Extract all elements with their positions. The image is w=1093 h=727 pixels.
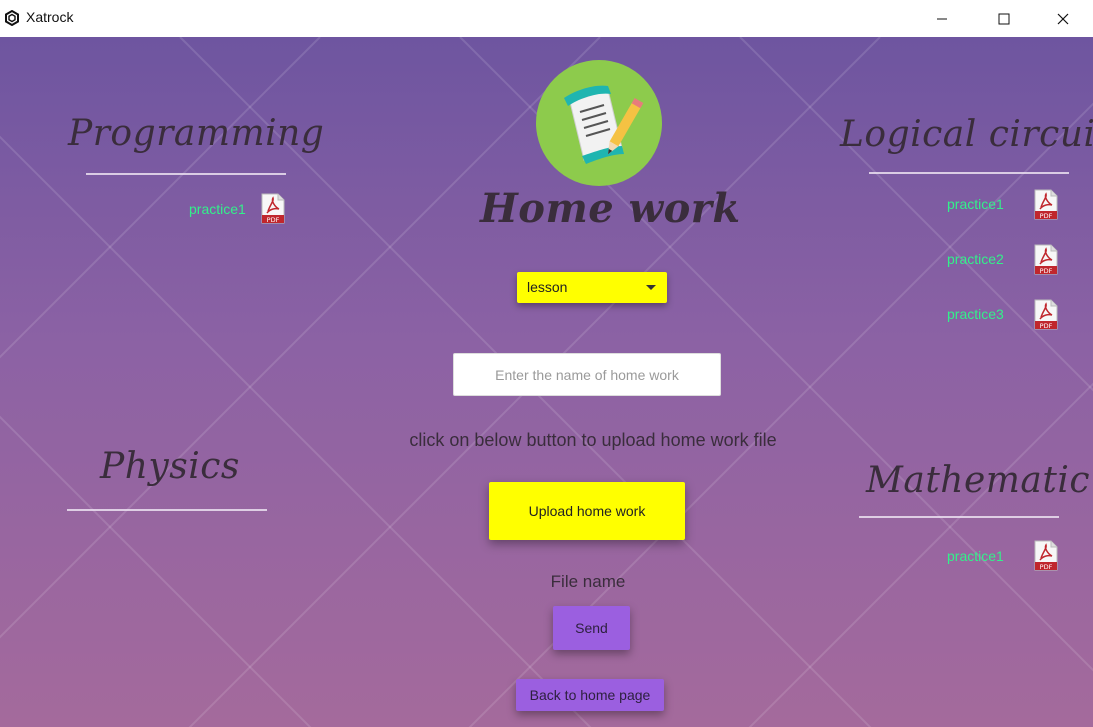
pdf-file-icon[interactable]: PDF: [1034, 299, 1058, 330]
logical-circuit-practice3-link[interactable]: practice3: [947, 306, 1004, 322]
minimize-icon: [937, 18, 947, 19]
svg-text:PDF: PDF: [1040, 322, 1053, 330]
section-title-mathematic: Mathematic: [866, 460, 1091, 501]
logical-circuit-practice1-link[interactable]: practice1: [947, 196, 1004, 212]
svg-text:PDF: PDF: [267, 216, 280, 224]
close-button[interactable]: [1034, 0, 1092, 37]
lesson-select-value: lesson: [527, 279, 568, 295]
programming-practice1-link[interactable]: practice1: [189, 201, 246, 217]
pdf-file-icon[interactable]: PDF: [1034, 189, 1058, 220]
section-title-physics: Physics: [100, 446, 240, 487]
pdf-file-icon[interactable]: PDF: [1034, 244, 1058, 275]
back-to-home-button[interactable]: Back to home page: [516, 679, 664, 711]
homework-page: Programming practice1 PDF Home work less…: [0, 37, 1093, 727]
app-hexagon-icon: [4, 9, 20, 27]
close-icon: [1057, 13, 1069, 24]
svg-text:PDF: PDF: [1040, 212, 1053, 220]
pdf-file-icon[interactable]: PDF: [261, 193, 285, 224]
divider-logical-circuit: [869, 172, 1069, 174]
homework-name-input[interactable]: [453, 353, 721, 396]
window-title: Xatrock: [26, 9, 74, 25]
pdf-file-icon[interactable]: PDF: [1034, 540, 1058, 571]
upload-homework-button[interactable]: Upload home work: [489, 482, 685, 540]
homework-scroll-pencil-icon: [536, 60, 662, 186]
svg-text:PDF: PDF: [1040, 267, 1053, 275]
chevron-down-icon: [646, 285, 656, 290]
maximize-button[interactable]: [975, 0, 1033, 37]
minimize-button[interactable]: [913, 0, 971, 37]
send-button[interactable]: Send: [553, 606, 630, 650]
divider-programming: [86, 173, 286, 175]
window-titlebar: Xatrock: [0, 0, 1093, 37]
section-title-programming: Programming: [68, 113, 325, 154]
svg-text:PDF: PDF: [1040, 563, 1053, 571]
divider-mathematic: [859, 516, 1059, 518]
file-name-label: File name: [550, 572, 626, 591]
section-title-logical-circuit: Logical circuit: [840, 114, 1093, 155]
maximize-icon: [998, 13, 1010, 24]
mathematic-practice1-link[interactable]: practice1: [947, 548, 1004, 564]
logical-circuit-practice2-link[interactable]: practice2: [947, 251, 1004, 267]
page-title: Home work: [480, 185, 741, 232]
lesson-select[interactable]: lesson: [517, 272, 667, 303]
divider-physics: [67, 509, 267, 511]
